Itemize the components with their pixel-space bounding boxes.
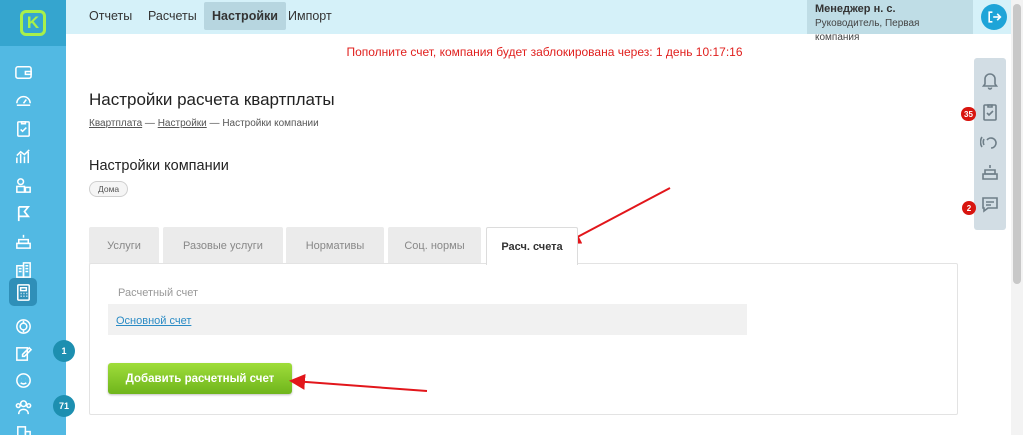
page-title: Настройки расчета квартплаты bbox=[89, 90, 335, 109]
sidebar: K 1 71 bbox=[0, 0, 75, 435]
edit-icon[interactable] bbox=[10, 340, 36, 366]
chat-icon[interactable] bbox=[980, 194, 1000, 214]
tab-settings[interactable]: Настройки bbox=[204, 2, 286, 30]
group-icon[interactable] bbox=[10, 394, 36, 420]
breadcrumb-settings[interactable]: Настройки bbox=[158, 118, 207, 129]
support-icon[interactable] bbox=[980, 132, 1000, 152]
account-row: Основной счет bbox=[108, 304, 747, 335]
logo[interactable]: K bbox=[0, 0, 66, 46]
houses-chip[interactable]: Дома bbox=[89, 181, 129, 197]
accounts-label: Расчетный счет bbox=[118, 287, 199, 299]
breadcrumb-current: Настройки компании bbox=[222, 118, 319, 129]
edit-badge: 1 bbox=[53, 340, 75, 362]
wallet-icon[interactable] bbox=[10, 59, 36, 85]
logout-button[interactable] bbox=[981, 4, 1007, 30]
logout-icon bbox=[988, 11, 1002, 23]
breadcrumb-separator: — bbox=[144, 118, 155, 129]
calculator-icon[interactable] bbox=[9, 278, 37, 306]
section-title: Настройки компании bbox=[89, 158, 229, 174]
top-navigation: Отчеты Расчеты Настройки Импорт Менеджер… bbox=[66, 0, 1023, 43]
tab-reports[interactable]: Отчеты bbox=[81, 2, 140, 30]
chart-icon[interactable] bbox=[10, 143, 36, 169]
group-badge: 71 bbox=[53, 395, 75, 417]
scrollbar-thumb[interactable] bbox=[1013, 4, 1021, 284]
arrow-to-accounts-tab bbox=[564, 187, 671, 244]
tab-accounts[interactable]: Расч. счета bbox=[486, 227, 578, 265]
tab-norms[interactable]: Нормативы bbox=[286, 227, 384, 264]
add-account-button[interactable]: Добавить расчетный счет bbox=[108, 363, 292, 394]
checklist-icon[interactable] bbox=[10, 115, 36, 141]
tab-social-norms[interactable]: Соц. нормы bbox=[388, 227, 481, 264]
logo-mark-icon: K bbox=[20, 10, 46, 36]
cake-icon[interactable] bbox=[10, 228, 36, 254]
tasks-badge: 35 bbox=[961, 107, 976, 121]
tab-import[interactable]: Импорт bbox=[280, 2, 340, 30]
coins-icon[interactable] bbox=[10, 313, 36, 339]
user-role: Руководитель, Первая компания bbox=[815, 18, 920, 43]
smile-icon[interactable] bbox=[10, 367, 36, 393]
bell-icon[interactable] bbox=[980, 70, 1000, 90]
tools-rail bbox=[974, 58, 1006, 230]
gauge-icon[interactable] bbox=[10, 86, 36, 112]
scrollbar[interactable] bbox=[1011, 0, 1023, 435]
tasks-icon[interactable] bbox=[980, 102, 1000, 122]
tab-services[interactable]: Услуги bbox=[89, 227, 159, 264]
balance-alert: Пополните счет, компания будет заблокиро… bbox=[346, 45, 743, 59]
office-icon[interactable] bbox=[10, 420, 36, 435]
tab-calculations[interactable]: Расчеты bbox=[140, 2, 205, 30]
breadcrumb-separator: — bbox=[209, 118, 220, 129]
accounts-panel: Расчетный счет Основной счет Добавить ра… bbox=[89, 263, 958, 415]
breadcrumb-rent[interactable]: Квартплата bbox=[89, 118, 142, 129]
account-link[interactable]: Основной счет bbox=[116, 315, 191, 327]
user-name: Менеджер н. с. bbox=[815, 3, 896, 15]
user-menu[interactable]: Менеджер н. с. Руководитель, Первая комп… bbox=[807, 0, 973, 43]
chat-badge: 2 bbox=[962, 201, 976, 215]
people-icon[interactable] bbox=[10, 172, 36, 198]
breadcrumb: Квартплата — Настройки — Настройки компа… bbox=[89, 118, 319, 129]
tab-one-time-services[interactable]: Разовые услуги bbox=[163, 227, 283, 264]
app-root: K 1 71 Отчеты Расчеты Настройки Импорт М… bbox=[0, 0, 1023, 435]
service-icon[interactable] bbox=[980, 162, 1000, 182]
flag-icon[interactable] bbox=[10, 200, 36, 226]
